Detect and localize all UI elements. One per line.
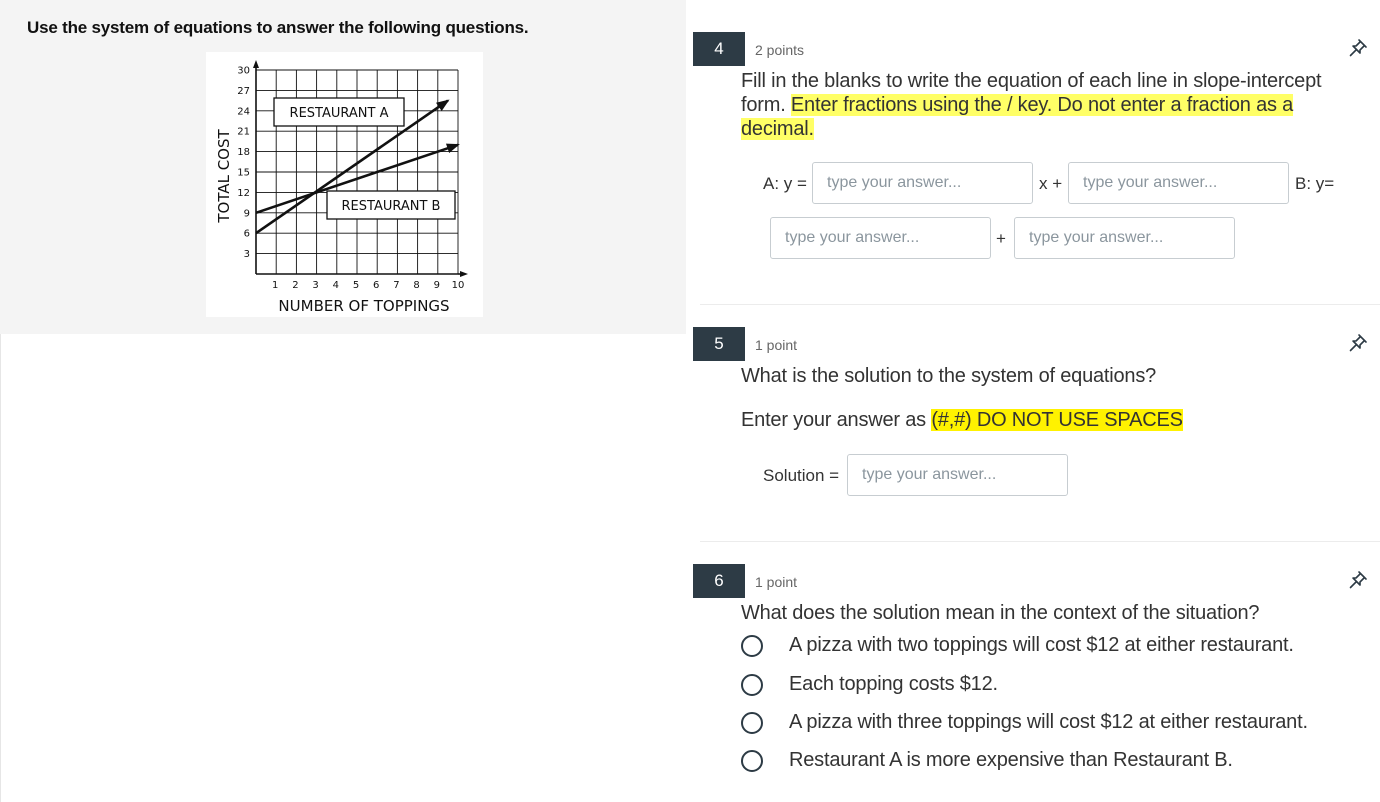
question-4-text-highlight: Enter fractions using the / key. Do not … xyxy=(741,94,1294,140)
x-tick-label: 8 xyxy=(413,280,419,291)
line-a-intercept-input[interactable] xyxy=(1068,162,1289,204)
x-tick-label: 6 xyxy=(373,280,379,291)
restaurant-b-label: RESTAURANT B xyxy=(342,199,441,214)
graph-x-axis-label: NUMBER OF TOPPINGS xyxy=(278,297,449,315)
line-b-intercept-input[interactable] xyxy=(1014,217,1235,259)
pin-icon[interactable] xyxy=(1348,38,1368,58)
question-5-instructions: Enter your answer as (#,#) DO NOT USE SP… xyxy=(741,408,1183,432)
x-tick-label: 7 xyxy=(393,280,399,291)
left-panel-border xyxy=(0,334,1,802)
solution-input[interactable] xyxy=(847,454,1068,496)
question-5-instr-highlight: (#,#) DO NOT USE SPACES xyxy=(931,409,1183,431)
line-a-slope-input[interactable] xyxy=(812,162,1033,204)
x-tick-label: 5 xyxy=(353,280,359,291)
x-tick-label: 10 xyxy=(452,280,465,291)
question-6-text: What does the solution mean in the conte… xyxy=(741,602,1260,624)
question-4-points: 2 points xyxy=(755,42,805,58)
choice-option[interactable]: A pizza with three toppings will cost $1… xyxy=(741,711,1308,734)
radio-button[interactable] xyxy=(741,711,763,734)
x-tick-label: 1 xyxy=(272,280,278,291)
radio-button[interactable] xyxy=(741,749,763,772)
y-tick-label: 24 xyxy=(237,106,250,117)
stimulus-instructions: Use the system of equations to answer th… xyxy=(27,18,529,37)
x-tick-label: 4 xyxy=(333,280,339,291)
choice-option[interactable]: A pizza with two toppings will cost $12 … xyxy=(741,634,1294,657)
y-tick-label: 15 xyxy=(237,168,250,179)
pin-icon[interactable] xyxy=(1348,333,1368,353)
y-tick-label: 30 xyxy=(237,66,250,77)
stimulus-graph: 3 6 9 12 15 18 21 24 27 30 1 2 3 4 5 6 7 8 9 10 TOTAL COST … xyxy=(206,52,483,317)
question-5-text: What is the solution to the system of eq… xyxy=(741,365,1157,387)
x-tick-label: 2 xyxy=(292,280,298,291)
x-plus-label-a: x + xyxy=(1039,174,1063,193)
pin-icon[interactable] xyxy=(1348,570,1368,590)
y-tick-label: 6 xyxy=(244,229,250,240)
question-divider xyxy=(700,541,1380,542)
radio-button[interactable] xyxy=(741,634,763,657)
line-b-label: B: y= xyxy=(1295,174,1335,193)
question-4-number: 4 xyxy=(693,32,745,66)
choice-label[interactable]: Restaurant A is more expensive than Rest… xyxy=(789,749,1233,772)
y-tick-label: 12 xyxy=(237,188,250,199)
plus-label-b: + xyxy=(996,229,1006,248)
choice-option[interactable]: Restaurant A is more expensive than Rest… xyxy=(741,749,1233,772)
graph-grid xyxy=(253,60,468,277)
question-6-points: 1 point xyxy=(755,574,798,590)
y-tick-label: 9 xyxy=(244,208,250,219)
question-4-text: Fill in the blanks to write the equation… xyxy=(741,69,1356,141)
line-b-slope-input[interactable] xyxy=(770,217,991,259)
question-5-points: 1 point xyxy=(755,337,798,353)
stimulus-panel: Use the system of equations to answer th… xyxy=(0,0,686,334)
choice-label[interactable]: A pizza with two toppings will cost $12 … xyxy=(789,634,1294,657)
y-tick-label: 21 xyxy=(237,127,250,138)
solution-label: Solution = xyxy=(763,466,840,485)
question-6-number: 6 xyxy=(693,564,745,598)
line-a-label: A: y = xyxy=(763,174,807,193)
choice-label[interactable]: A pizza with three toppings will cost $1… xyxy=(789,711,1308,734)
y-tick-label: 3 xyxy=(244,249,250,260)
choice-label[interactable]: Each topping costs $12. xyxy=(789,673,998,696)
question-divider xyxy=(700,304,1380,305)
x-tick-label: 3 xyxy=(312,280,318,291)
question-5-instr-plain: Enter your answer as xyxy=(741,409,932,431)
choice-option[interactable]: Each topping costs $12. xyxy=(741,673,998,696)
x-tick-label: 9 xyxy=(434,280,440,291)
y-tick-label: 18 xyxy=(237,147,250,158)
restaurant-a-label: RESTAURANT A xyxy=(290,106,389,121)
y-tick-label: 27 xyxy=(237,86,250,97)
graph-svg: 369121518212427301 2 3 4 5 6 7 8 9 10 TOTAL COST … xyxy=(215,60,468,315)
radio-button[interactable] xyxy=(741,673,763,696)
question-5-number: 5 xyxy=(693,327,745,361)
graph-y-axis-label: TOTAL COST xyxy=(215,129,233,224)
